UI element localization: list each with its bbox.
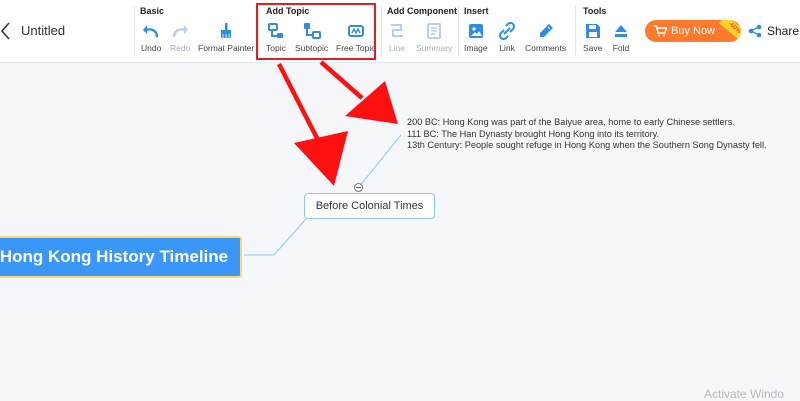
collapse-toggle[interactable] — [354, 183, 363, 192]
activation-watermark: Activate Windo — [704, 387, 785, 401]
topic-node[interactable]: Before Colonial Times — [304, 193, 435, 219]
central-topic-label: Hong Kong History Timeline — [0, 247, 229, 266]
note-connector — [357, 134, 402, 189]
arrow-to-notes — [319, 60, 398, 124]
note-line: 13th Century: People sought refuge in Ho… — [407, 140, 767, 151]
arrow-to-topic-node — [276, 62, 348, 186]
central-topic-node[interactable]: Hong Kong History Timeline — [0, 236, 242, 278]
note-text-block[interactable]: 200 BC: Hong Kong was part of the Baiyue… — [407, 117, 767, 152]
topic-node-label: Before Colonial Times — [315, 200, 424, 212]
note-line: 200 BC: Hong Kong was part of the Baiyue… — [407, 117, 735, 127]
note-line: 111 BC: The Han Dynasty brought Hong Kon… — [407, 128, 660, 139]
root-connector — [244, 218, 307, 256]
